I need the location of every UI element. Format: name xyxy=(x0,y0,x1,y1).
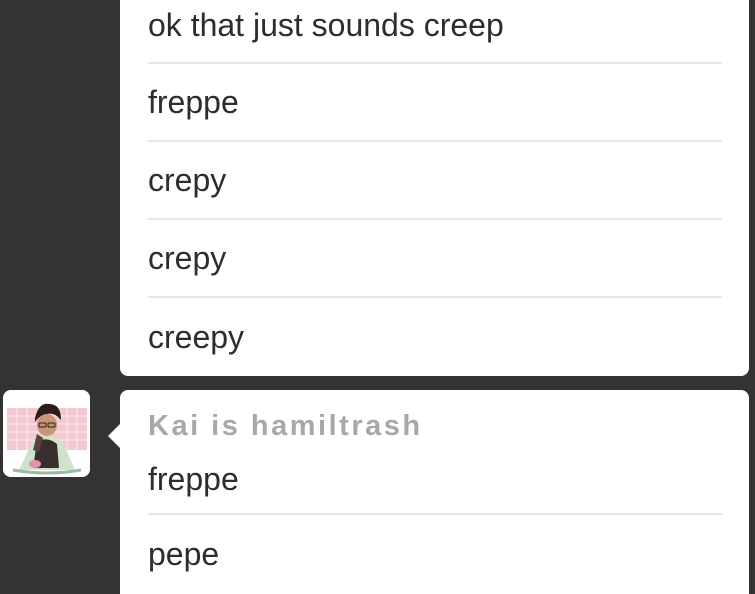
message-text[interactable]: creepy xyxy=(148,298,722,376)
message-text[interactable]: crepy xyxy=(148,142,722,220)
avatar-illustration xyxy=(3,390,90,477)
avatar[interactable] xyxy=(3,390,90,477)
message-group-previous: ok that just sounds creep freppe crepy c… xyxy=(120,0,749,376)
message-text[interactable]: freppe xyxy=(148,444,722,515)
message-text[interactable]: ok that just sounds creep xyxy=(148,0,722,64)
chat-thread: ok that just sounds creep freppe crepy c… xyxy=(0,0,755,594)
message-group-current: Kai is hamiltrash freppe pepe xyxy=(108,390,749,594)
message-text[interactable]: pepe xyxy=(148,515,722,593)
message-text[interactable]: crepy xyxy=(148,220,722,298)
sender-name[interactable]: Kai is hamiltrash xyxy=(148,390,722,444)
bubble-pointer xyxy=(108,424,120,448)
message-text[interactable]: freppe xyxy=(148,64,722,142)
